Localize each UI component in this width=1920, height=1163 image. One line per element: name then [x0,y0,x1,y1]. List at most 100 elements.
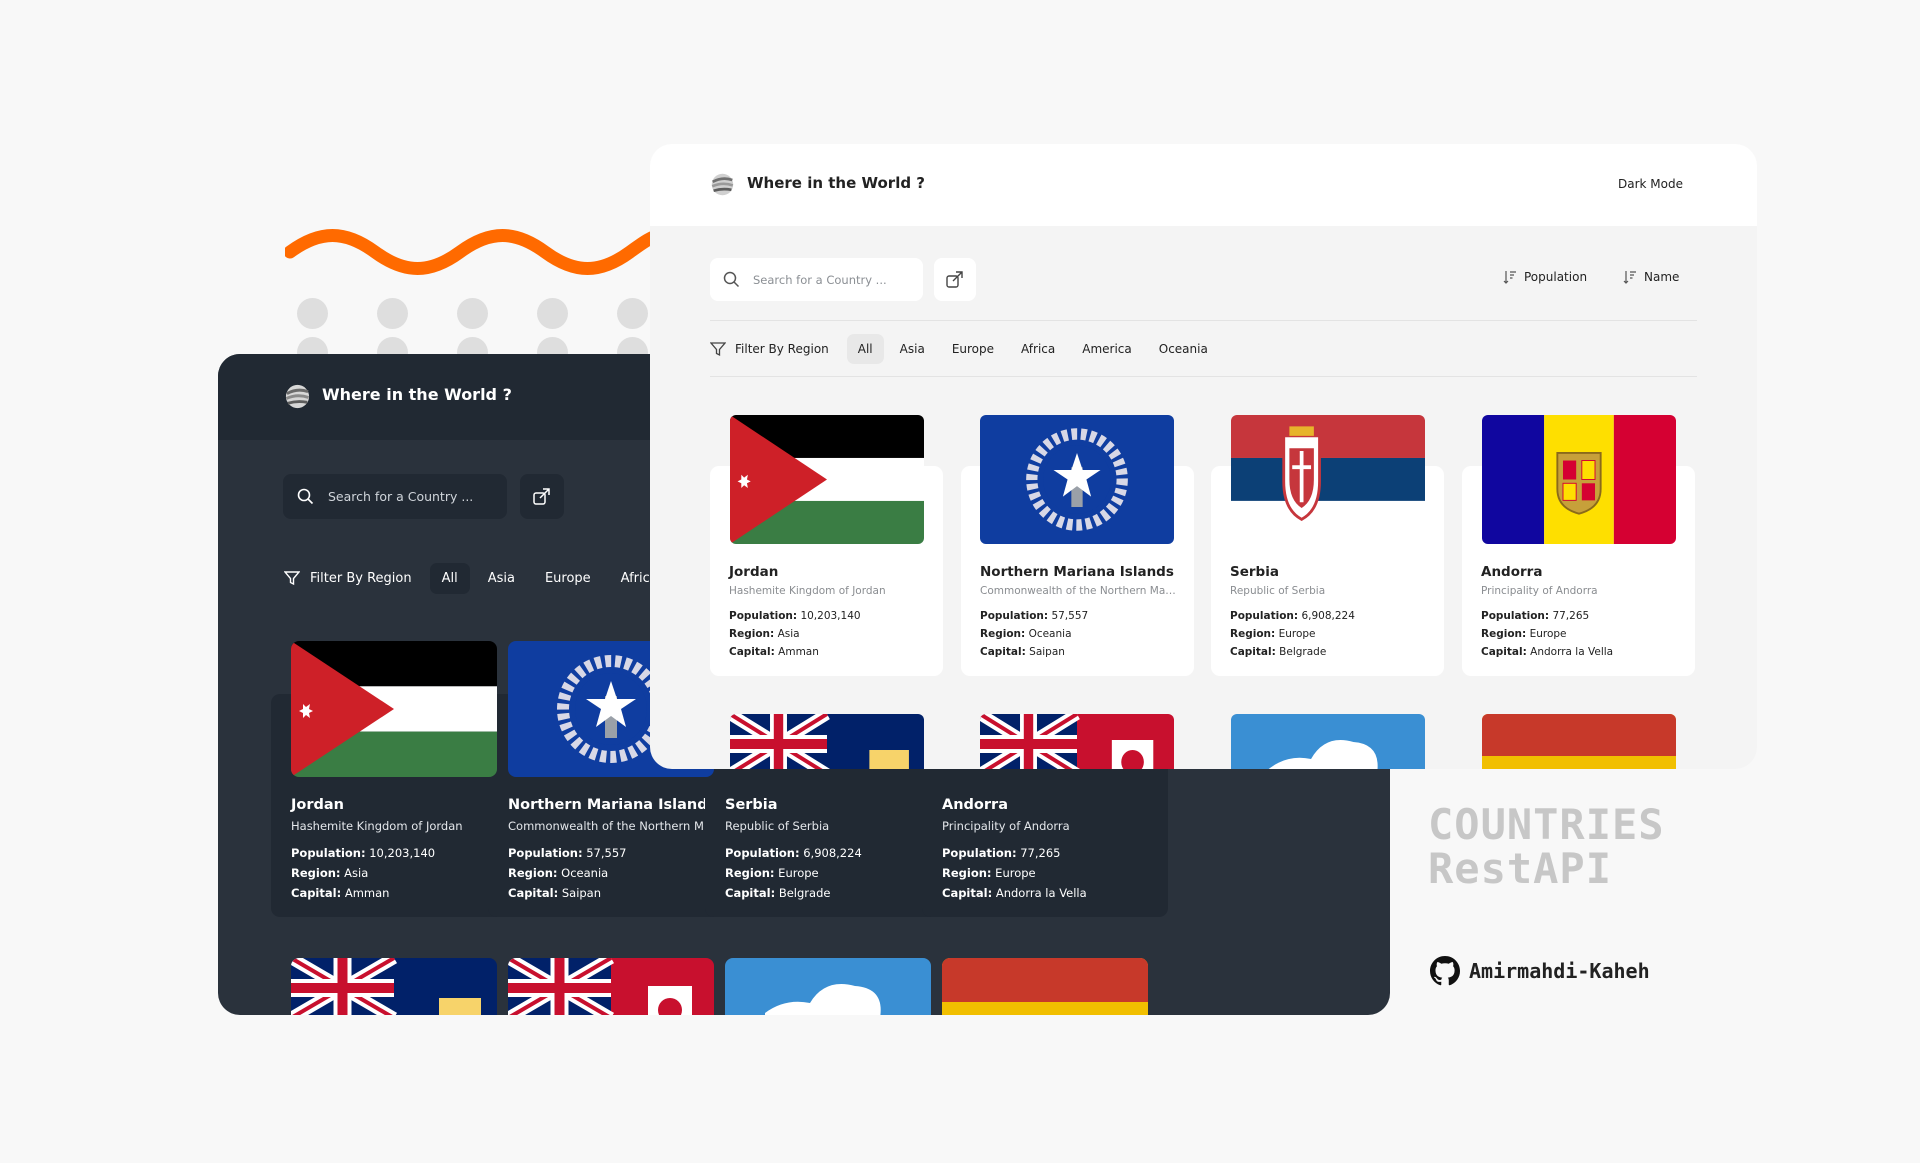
country-name: Andorra [1481,564,1543,580]
region-chip-europe[interactable]: Europe [533,563,603,594]
country-capital: Capital: Amman [291,886,390,900]
country-capital: Capital: Belgrade [725,886,831,900]
filter-icon [284,571,300,586]
region-chip-america[interactable]: America [1071,334,1143,364]
country-region: Region: Asia [291,866,369,880]
country-population: Population: 57,557 [508,846,627,860]
sort-name-label: Name [1644,270,1680,284]
country-region: Region: Europe [725,866,819,880]
flag-spain-image [942,958,1148,1015]
region-chip-all[interactable]: All [429,562,470,594]
app-title: Where in the World ? [322,385,512,404]
region-chip-africa[interactable]: Africa [1010,334,1066,364]
divider [710,320,1697,321]
country-name: Northern Mariana Islands [980,564,1174,580]
search-box[interactable] [283,474,507,519]
search-input[interactable] [328,474,498,519]
github-username: Amirmahdi-Kaheh [1469,959,1650,983]
flag-northern-mariana-islands-image [980,415,1174,544]
dark-mode-toggle[interactable]: Dark Mode [1618,177,1683,191]
flag-antarctica-image [725,958,931,1015]
search-input[interactable] [753,258,918,301]
sort-name-button[interactable]: Name [1623,270,1679,284]
github-link[interactable]: Amirmahdi-Kaheh [1430,956,1650,986]
country-capital: Capital: Amman [729,646,819,658]
project-brand: COUNTRIES RestAPI [1428,803,1665,891]
header: Where in the World ? Dark Mode [650,144,1757,226]
region-chip-europe[interactable]: Europe [941,334,1005,364]
country-region: Region: Oceania [508,866,609,880]
app-title: Where in the World ? [747,174,925,192]
country-population: Population: 57,557 [980,610,1089,622]
flag-jordan-image [291,641,497,777]
country-name: Andorra [942,797,1008,813]
sort-population-label: Population [1524,270,1588,284]
region-filter: Filter By Region All Asia Europe Africa [284,561,676,595]
country-region: Region: Europe [1481,628,1567,640]
filter-label: Filter By Region [310,570,412,586]
brand-line-2: RestAPI [1428,844,1613,893]
share-button[interactable] [934,258,976,301]
country-name: Jordan [729,564,779,580]
country-region: Region: Asia [729,628,800,640]
orange-wave-decoration [285,229,665,275]
country-capital: Capital: Belgrade [1230,646,1327,658]
flag-bermuda-image [980,714,1174,769]
country-official-name: Republic of Serbia [725,819,830,833]
country-region: Region: Oceania [980,628,1072,640]
country-population: Population: 6,908,224 [1230,610,1355,622]
search-icon [723,271,740,288]
country-capital: Capital: Saipan [980,646,1065,658]
country-population: Population: 77,265 [1481,610,1590,622]
divider [710,376,1697,377]
brand-line-1: COUNTRIES [1428,800,1665,849]
country-population: Population: 10,203,140 [729,610,861,622]
flag-andorra-image [1482,415,1676,544]
filter-label: Filter By Region [735,341,829,356]
region-chip-oceania[interactable]: Oceania [1148,334,1219,364]
share-button[interactable] [520,474,564,519]
flag-jordan-image [730,415,924,544]
region-chip-asia[interactable]: Asia [476,563,527,594]
filter-icon [710,341,726,356]
github-icon [1430,956,1460,986]
country-official-name: Commonwealth of the Northern Mariana Isl… [508,819,718,833]
country-official-name: Principality of Andorra [1481,585,1598,597]
sort-icon [1503,271,1516,284]
country-official-name: Commonwealth of the Northern Mariana Isl… [980,585,1180,597]
country-name: Jordan [291,797,344,813]
sort-population-button[interactable]: Population [1503,270,1587,284]
region-filter: Filter By Region All Asia Europe Africa … [710,332,1224,365]
country-official-name: Hashemite Kingdom of Jordan [729,585,886,597]
country-population: Population: 6,908,224 [725,846,862,860]
country-name: Northern Mariana Islands [508,797,717,813]
share-icon [533,488,550,505]
country-official-name: Principality of Andorra [942,819,1070,833]
search-box[interactable] [710,258,923,301]
region-chip-all[interactable]: All [846,333,884,364]
country-region: Region: Europe [1230,628,1316,640]
flag-bermuda-image [508,958,714,1015]
flag-turks-caicos-image [291,958,497,1015]
globe-logo-icon[interactable] [710,172,735,197]
sort-icon [1623,271,1636,284]
flag-serbia-image [1231,415,1425,544]
share-icon [946,271,963,288]
region-chip-asia[interactable]: Asia [889,334,936,364]
flag-turks-caicos-image [730,714,924,769]
country-region: Region: Europe [942,866,1036,880]
country-population: Population: 10,203,140 [291,846,436,860]
flag-spain-image [1482,714,1676,769]
search-icon [297,488,314,505]
country-name: Serbia [1230,564,1279,580]
globe-logo-icon[interactable] [284,383,311,410]
light-mode-screenshot: Where in the World ? Dark Mode Populatio… [650,144,1757,769]
country-capital: Capital: Andorra la Vella [1481,646,1614,658]
country-population: Population: 77,265 [942,846,1061,860]
country-official-name: Hashemite Kingdom of Jordan [291,819,463,833]
country-name: Serbia [725,797,778,813]
country-capital: Capital: Andorra la Vella [942,886,1087,900]
country-official-name: Republic of Serbia [1230,585,1326,597]
country-capital: Capital: Saipan [508,886,602,900]
flag-antarctica-image [1231,714,1425,769]
